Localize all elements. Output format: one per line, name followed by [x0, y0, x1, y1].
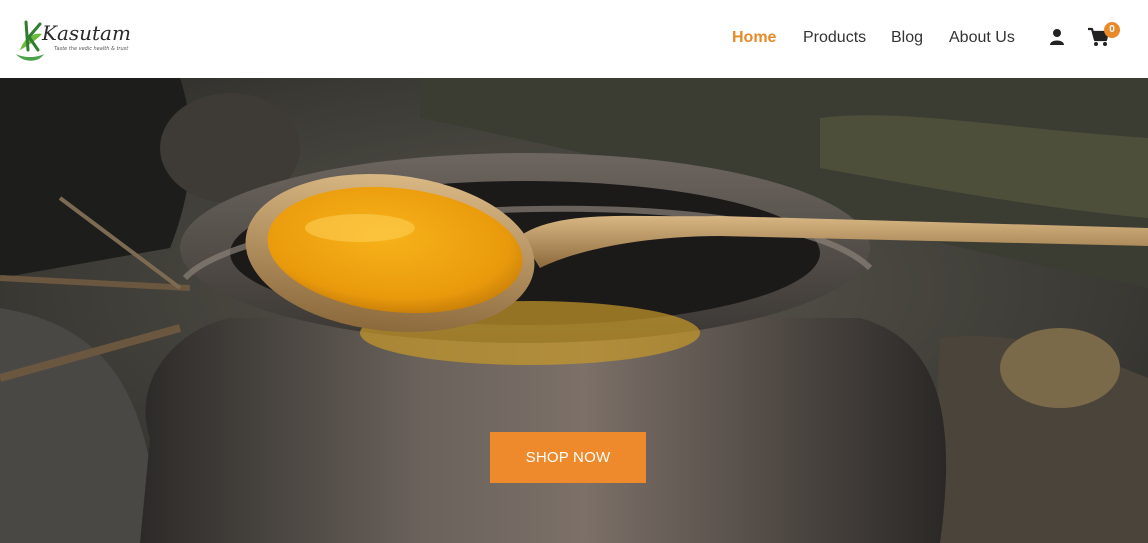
main-nav: Home Products Blog About Us — [0, 28, 1148, 48]
shop-now-button[interactable]: SHOP NOW — [490, 432, 646, 483]
hero-banner: SHOP NOW — [0, 78, 1148, 543]
cart-count-badge: 0 — [1104, 22, 1120, 38]
nav-products[interactable]: Products — [803, 28, 866, 48]
nav-blog[interactable]: Blog — [891, 28, 923, 48]
user-icon[interactable] — [1049, 28, 1065, 46]
nav-home[interactable]: Home — [732, 28, 776, 48]
nav-about-us[interactable]: About Us — [949, 28, 1015, 48]
site-header: Kasutam Taste the vedic health & trust H… — [0, 0, 1148, 78]
